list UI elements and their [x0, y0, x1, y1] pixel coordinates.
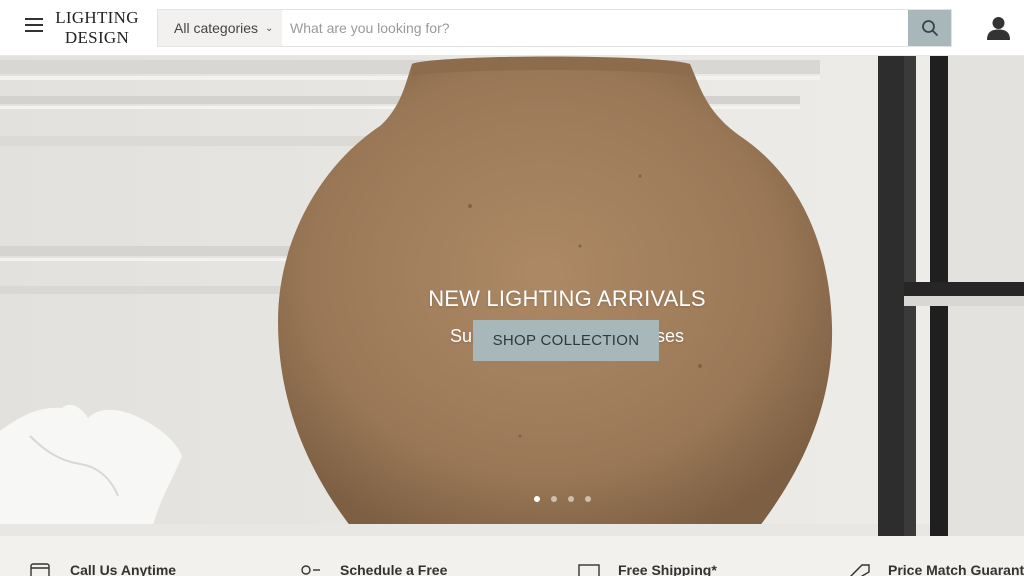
carousel-dots	[534, 496, 591, 502]
search-icon	[921, 20, 938, 36]
benefit-label: Free Shipping*	[618, 562, 717, 576]
carousel-dot-4[interactable]	[585, 496, 591, 502]
benefit-price-match[interactable]: Price Match Guarantee	[848, 562, 1024, 576]
person-icon	[301, 565, 320, 575]
account-icon[interactable]	[986, 16, 1011, 40]
benefit-label: Schedule a Free	[340, 562, 448, 576]
benefits-strip: Call Us Anytime Schedule a Free Free Shi…	[0, 536, 1024, 576]
carousel-dot-1[interactable]	[534, 496, 540, 502]
search-bar: All categories ⌄	[157, 9, 952, 47]
benefit-free-shipping[interactable]: Free Shipping*	[578, 562, 717, 576]
benefit-call-us[interactable]: Call Us Anytime	[30, 562, 176, 576]
category-select[interactable]: All categories ⌄	[158, 10, 282, 46]
hamburger-menu-icon[interactable]	[25, 18, 45, 36]
laptop-icon	[30, 563, 50, 576]
search-button[interactable]	[908, 10, 951, 46]
category-select-label: All categories	[174, 20, 259, 36]
benefit-label: Price Match Guarantee	[888, 562, 1024, 576]
logo-line-2: DESIGN	[64, 28, 130, 47]
benefit-schedule[interactable]: Schedule a Free	[300, 562, 447, 576]
site-logo[interactable]: LIGHTING DESIGN	[54, 8, 140, 48]
carousel-dot-2[interactable]	[551, 496, 557, 502]
benefit-label: Call Us Anytime	[70, 562, 177, 576]
search-input[interactable]	[282, 10, 909, 46]
box-icon	[578, 564, 600, 576]
logo-line-1: LIGHTING	[55, 8, 139, 27]
hero-banner: NEW LIGHTING ARRIVALS Summer 2025 New Re…	[0, 56, 1024, 536]
chevron-down-icon: ⌄	[265, 22, 274, 34]
tag-icon	[850, 564, 870, 576]
hero-title: NEW LIGHTING ARRIVALS	[428, 286, 706, 311]
site-header: LIGHTING DESIGN All categories ⌄	[0, 0, 1024, 56]
shop-collection-button[interactable]: SHOP COLLECTION	[473, 320, 659, 361]
carousel-dot-3[interactable]	[568, 496, 574, 502]
